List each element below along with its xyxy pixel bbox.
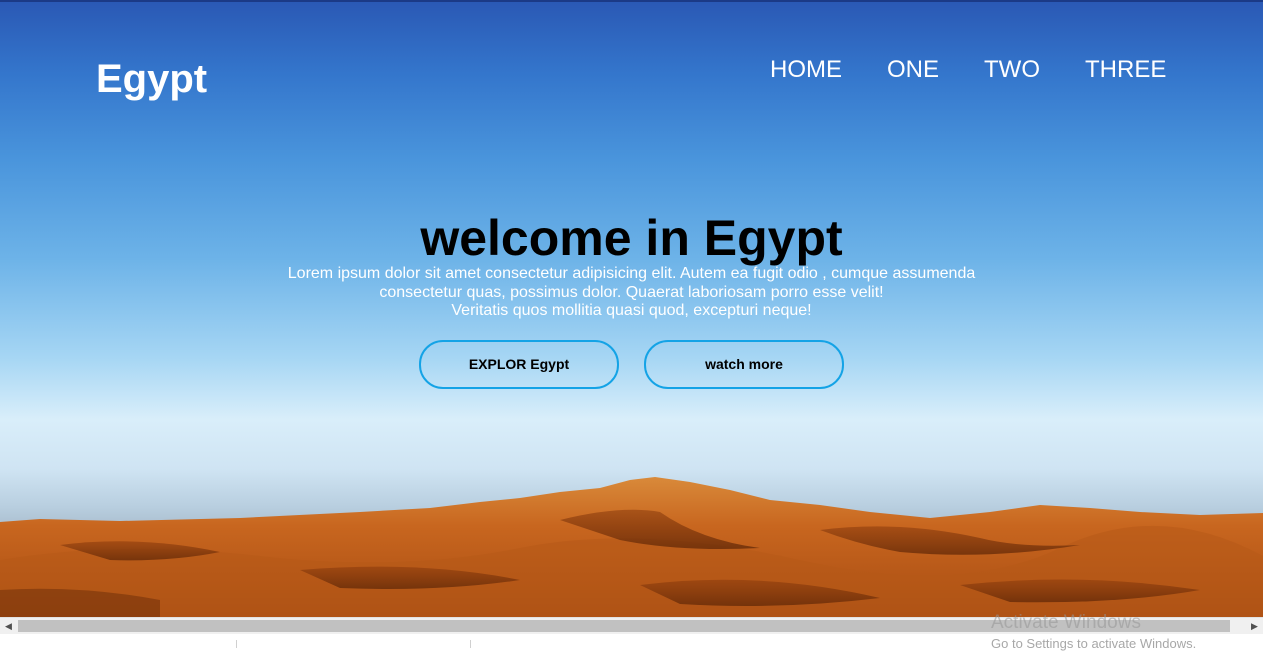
hero-description-line-3: Veritatis quos mollitia quasi quod, exce…: [451, 302, 812, 319]
activate-windows-title: Activate Windows: [991, 612, 1141, 633]
nav-link-three[interactable]: THREE: [1067, 56, 1184, 84]
scroll-right-icon[interactable]: ▶: [1246, 618, 1263, 635]
divider: [470, 640, 471, 648]
activate-windows-subtitle: Go to Settings to activate Windows.: [991, 636, 1197, 651]
main-nav: HOME ONE TWO THREE: [752, 56, 1193, 84]
site-logo[interactable]: Egypt: [96, 55, 207, 103]
hero-description-line-1: Lorem ipsum dolor sit amet consectetur a…: [287, 265, 976, 282]
watch-more-button[interactable]: watch more: [644, 340, 844, 389]
explore-egypt-button[interactable]: EXPLOR Egypt: [419, 340, 619, 389]
nav-link-two[interactable]: TWO: [966, 56, 1058, 84]
scroll-left-icon[interactable]: ◀: [0, 618, 17, 635]
hero-description: Lorem ipsum dolor sit amet consectetur a…: [0, 265, 1263, 321]
nav-link-one[interactable]: ONE: [869, 56, 957, 84]
divider: [236, 640, 237, 648]
hero-description-line-2: consectetur quas, possimus dolor. Quaera…: [379, 283, 884, 301]
hero-section: Egypt HOME ONE TWO THREE welcome in Egyp…: [0, 0, 1263, 617]
hero-title: welcome in Egypt: [420, 210, 843, 266]
nav-link-home[interactable]: HOME: [752, 56, 860, 84]
